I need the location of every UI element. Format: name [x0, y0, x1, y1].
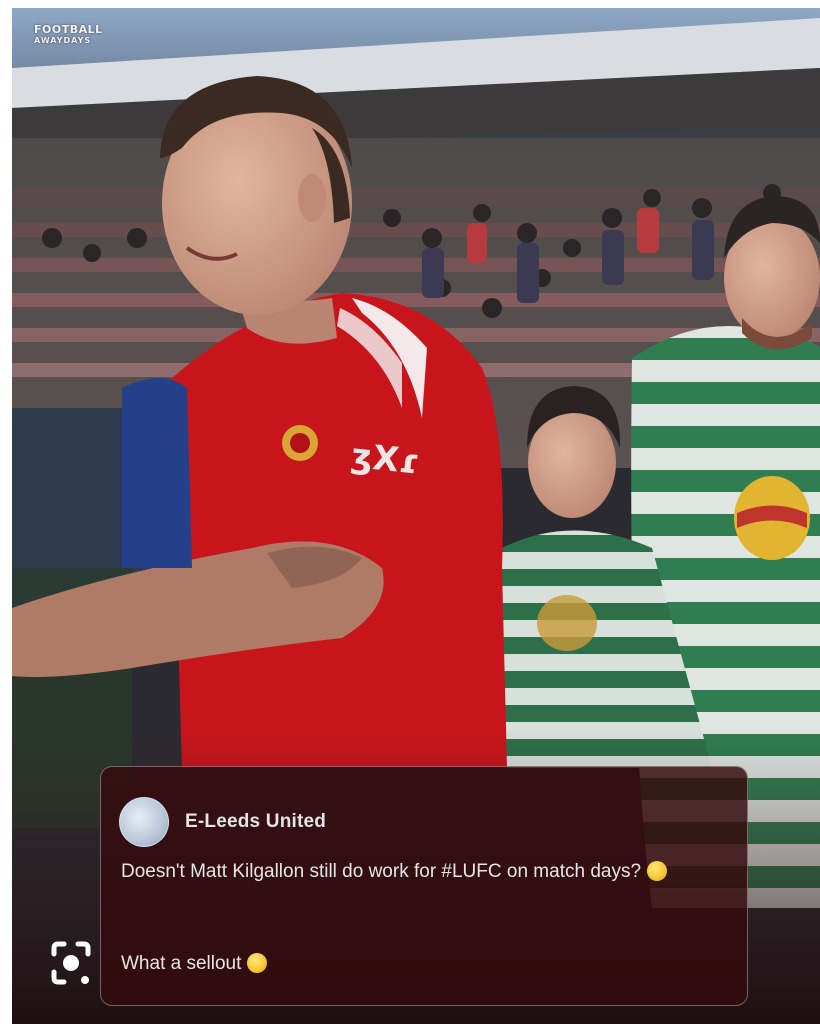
comment-body: Doesn't Matt Kilgallon still do work for… [121, 855, 731, 889]
grinning-face-emoji-icon [247, 953, 268, 973]
post-image-frame: ʒXɾ FOOTBALL AWAYDAYS E-Leeds United Doe… [12, 8, 820, 1024]
avatar[interactable] [119, 797, 169, 847]
thinking-face-emoji-icon [647, 861, 668, 881]
svg-text:ʒXɾ: ʒXɾ [349, 436, 421, 483]
comment-card: E-Leeds United Doesn't Matt Kilgallon st… [100, 766, 748, 1006]
visual-search-icon [51, 941, 91, 985]
reply-text: What a sellout [121, 953, 242, 974]
comment-reply: What a sellout [121, 953, 268, 975]
watermark-line2: AWAYDAYS [34, 36, 92, 45]
watermark-logo: FOOTBALL AWAYDAYS [34, 24, 103, 46]
visual-search-button[interactable] [40, 936, 102, 994]
comment-text: Doesn't Matt Kilgallon still do work for… [121, 861, 642, 882]
comment-username[interactable]: E-Leeds United [185, 811, 326, 833]
